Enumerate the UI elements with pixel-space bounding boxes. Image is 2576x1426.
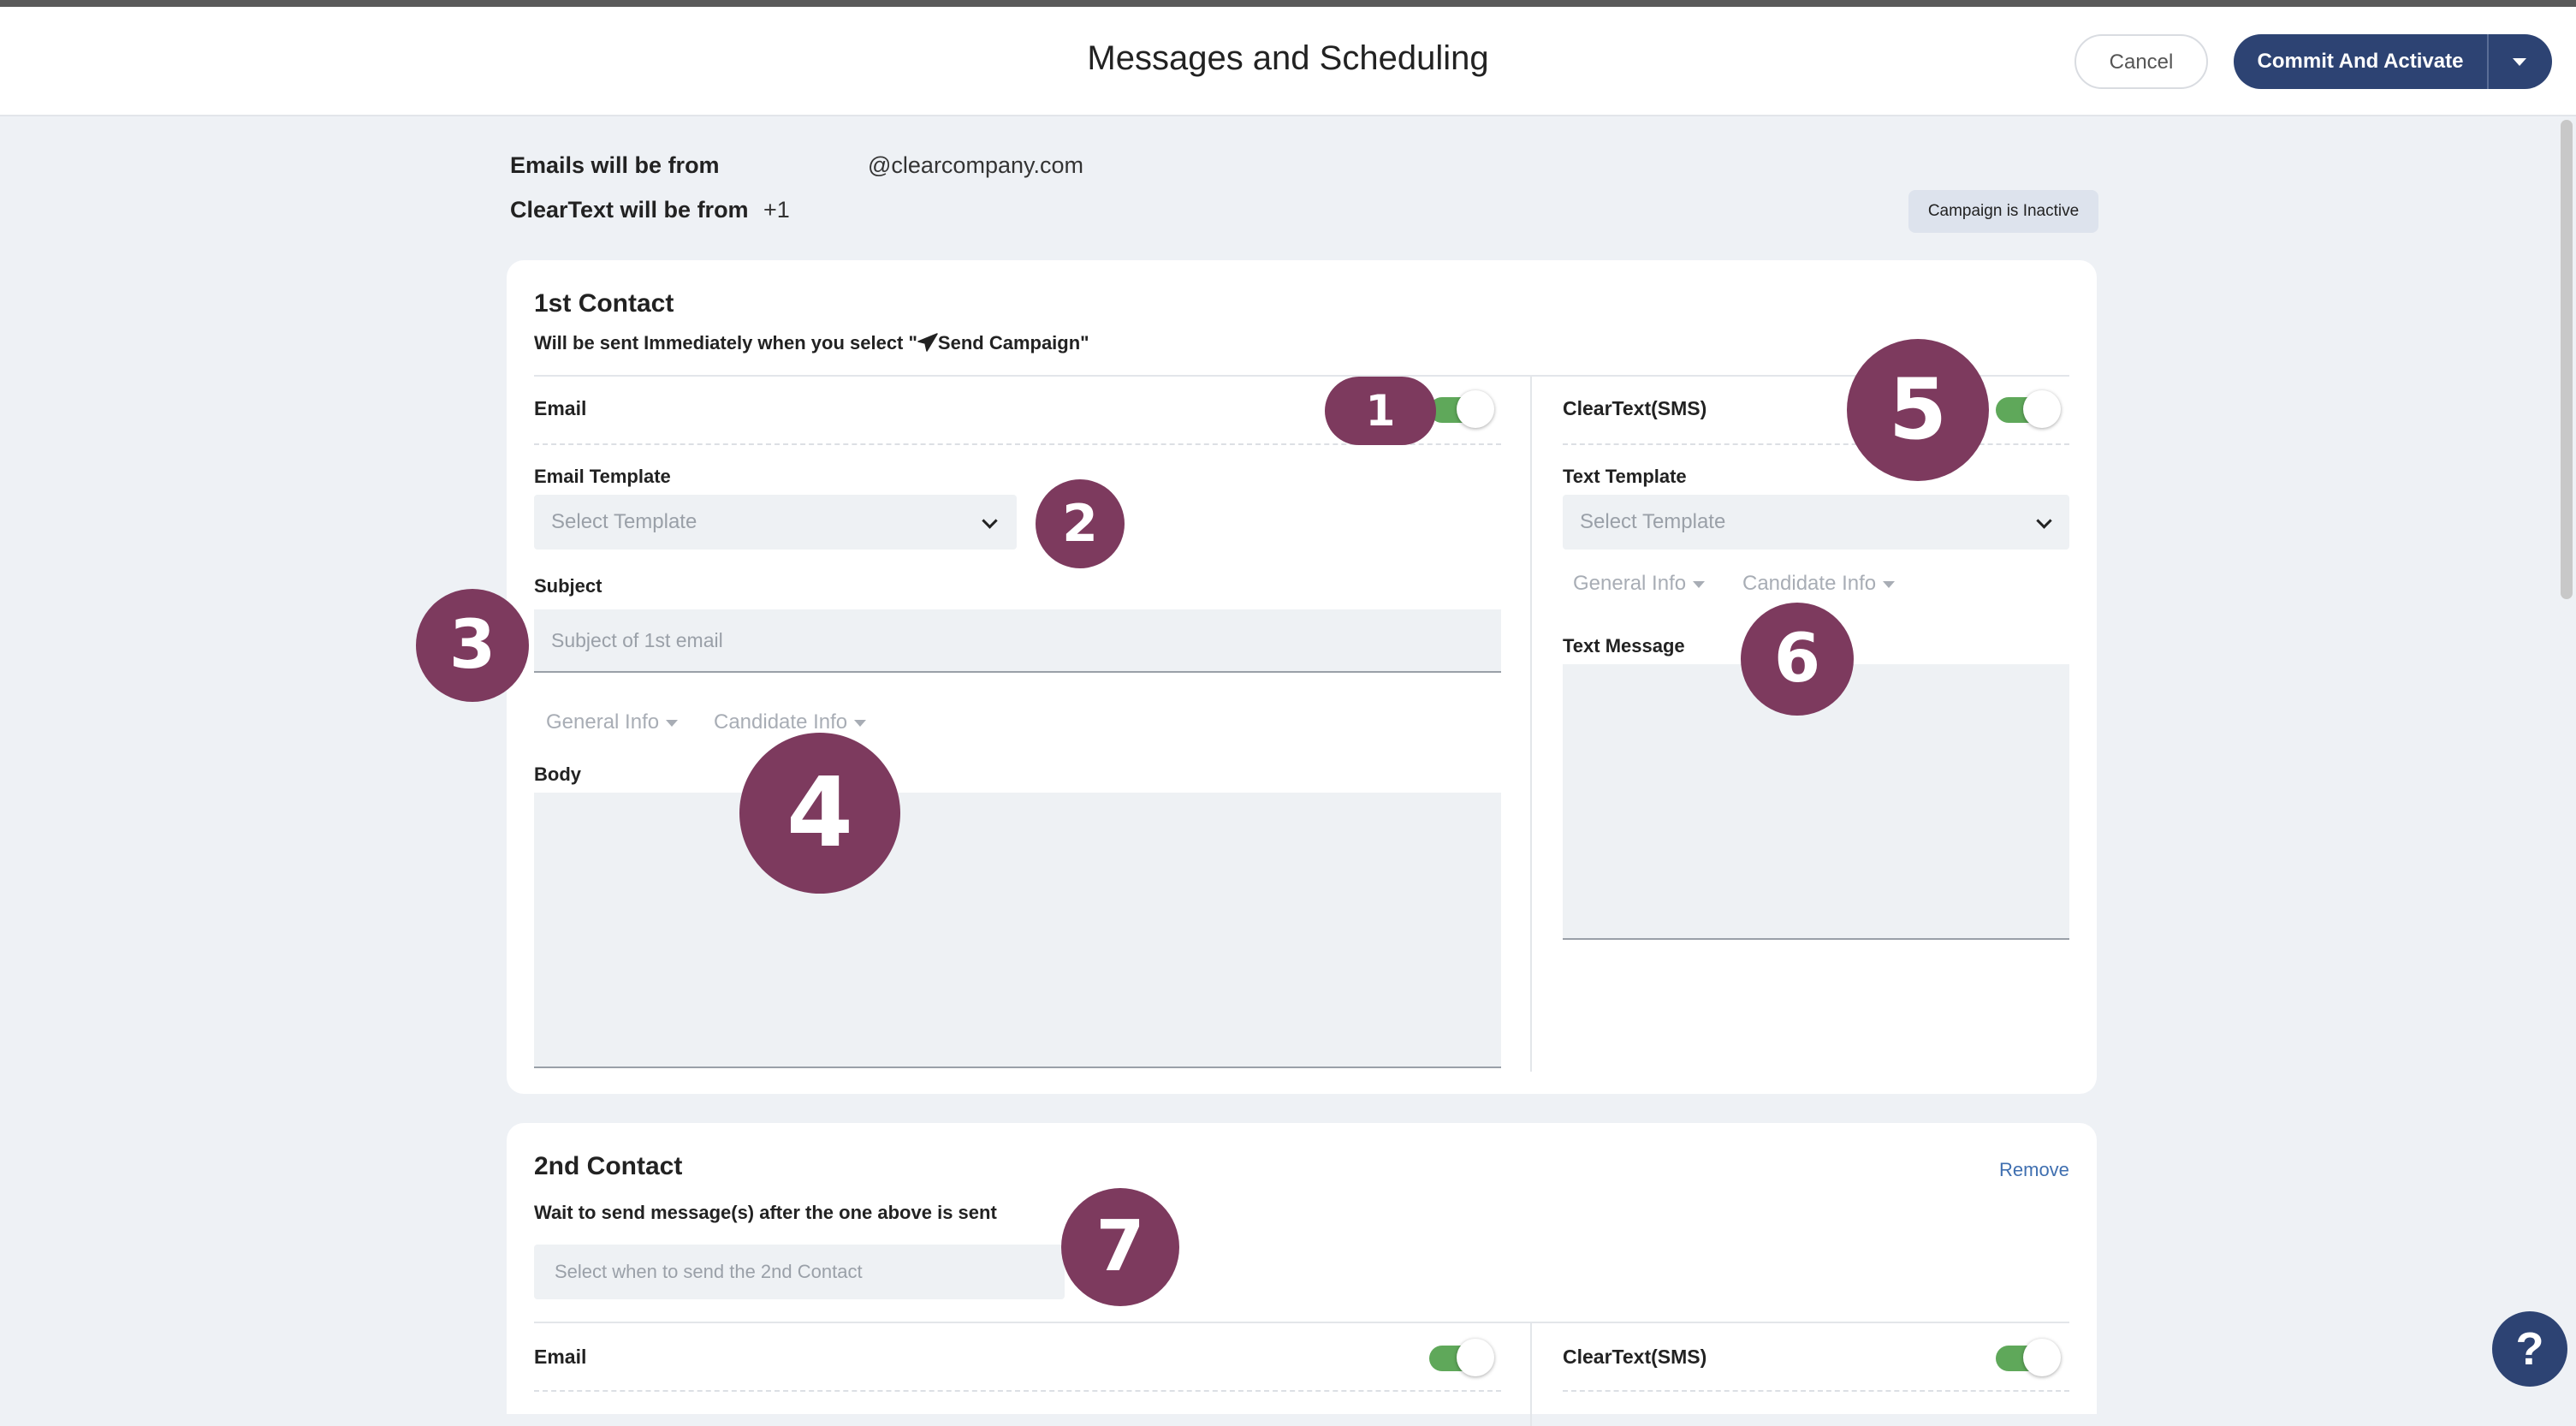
text-template-placeholder: Select Template — [1580, 510, 1726, 533]
email-template-label: Email Template — [534, 466, 671, 487]
contact2-email-toggle[interactable] — [1429, 1339, 1494, 1376]
sms-general-info-menu[interactable]: General Info — [1573, 572, 1706, 596]
annotation-marker-3: 3 — [416, 589, 529, 702]
email-template-select[interactable]: Select Template — [534, 495, 1017, 550]
page-header: Messages and Scheduling Cancel Commit An… — [0, 7, 2576, 116]
campaign-status-badge: Campaign is Inactive — [1908, 190, 2098, 233]
remove-contact-link[interactable]: Remove — [1999, 1159, 2069, 1181]
annotation-marker-7: 7 — [1061, 1188, 1179, 1306]
subject-input[interactable]: Subject of 1st email — [534, 609, 1501, 673]
email-row-label: Email — [534, 397, 587, 419]
second-contact-subtitle: Wait to send message(s) after the one ab… — [534, 1202, 997, 1223]
text-template-label: Text Template — [1563, 466, 1687, 487]
chevron-down-icon — [2036, 513, 2052, 529]
first-contact-title: 1st Contact — [534, 289, 674, 318]
subject-placeholder: Subject of 1st email — [551, 629, 723, 651]
caret-down-icon — [666, 719, 679, 727]
paper-plane-icon — [917, 333, 938, 352]
sms-toggle[interactable] — [1996, 390, 2061, 428]
caret-down-icon — [1693, 580, 1706, 588]
section-divider — [534, 1322, 2069, 1323]
second-contact-when-select[interactable]: Select when to send the 2nd Contact — [534, 1245, 1065, 1299]
contact2-sms-label: ClearText(SMS) — [1563, 1346, 1707, 1368]
annotation-marker-2: 2 — [1036, 479, 1125, 568]
second-contact-card: 2nd Contact Remove Wait to send message(… — [507, 1123, 2097, 1426]
sms-row-divider — [1563, 443, 2069, 445]
email-candidate-info-menu[interactable]: Candidate Info — [714, 710, 867, 734]
caret-down-icon — [854, 719, 867, 727]
chevron-down-icon — [982, 513, 998, 529]
window-top-strip — [0, 0, 2576, 7]
column-divider — [1530, 1323, 1532, 1426]
subject-label: Subject — [534, 575, 602, 597]
contact2-sms-toggle[interactable] — [1996, 1339, 2061, 1376]
section-divider — [534, 375, 2069, 377]
contact2-email-divider — [534, 1390, 1501, 1392]
annotation-marker-1: 1 — [1325, 377, 1436, 445]
cleartext-from-label: ClearText will be from — [510, 197, 749, 223]
annotation-marker-5: 5 — [1847, 339, 1989, 481]
email-body-textarea[interactable] — [534, 793, 1501, 1068]
second-contact-when-placeholder: Select when to send the 2nd Contact — [555, 1261, 863, 1282]
email-toggle[interactable] — [1429, 390, 1494, 428]
text-message-label: Text Message — [1563, 635, 1685, 657]
first-contact-subtitle: Will be sent Immediately when you select… — [534, 332, 1089, 354]
contact2-sms-divider — [1563, 1390, 2069, 1392]
text-template-select[interactable]: Select Template — [1563, 495, 2069, 550]
annotation-marker-6: 6 — [1741, 603, 1854, 716]
emails-from-value: @clearcompany.com — [868, 152, 1083, 178]
help-button[interactable]: ? — [2492, 1311, 2567, 1387]
commit-and-activate-button[interactable]: Commit And Activate — [2234, 34, 2487, 89]
cleartext-from-value: +1 — [763, 197, 790, 223]
email-general-info-menu[interactable]: General Info — [546, 710, 679, 734]
column-divider — [1530, 377, 1532, 1072]
sms-candidate-info-menu[interactable]: Candidate Info — [1742, 572, 1896, 596]
second-contact-title: 2nd Contact — [534, 1152, 683, 1180]
sms-row-label: ClearText(SMS) — [1563, 397, 1707, 419]
caret-down-icon — [2513, 58, 2526, 66]
scrollbar-thumb[interactable] — [2561, 120, 2573, 599]
cancel-button[interactable]: Cancel — [2074, 34, 2208, 89]
emails-from-label: Emails will be from — [510, 152, 720, 178]
contact2-email-label: Email — [534, 1346, 587, 1368]
email-template-placeholder: Select Template — [551, 510, 697, 533]
caret-down-icon — [1883, 580, 1896, 588]
annotation-marker-4: 4 — [739, 733, 900, 894]
body-label: Body — [534, 764, 581, 785]
commit-options-button[interactable] — [2487, 34, 2552, 89]
